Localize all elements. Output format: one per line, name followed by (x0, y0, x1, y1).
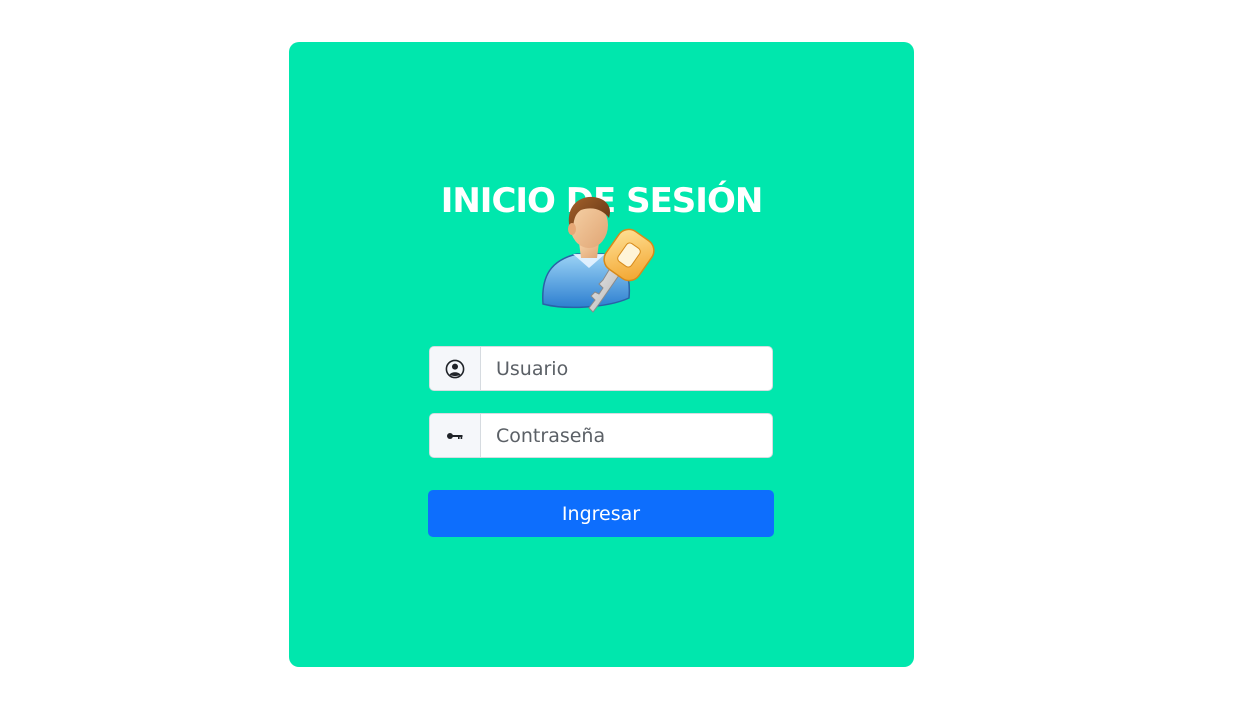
password-input[interactable] (481, 414, 772, 457)
login-card: INICIO DE SESIÓN (289, 42, 914, 667)
user-key-icon (537, 192, 665, 320)
key-icon (430, 414, 481, 457)
login-button[interactable]: Ingresar (428, 490, 774, 537)
password-group (429, 413, 773, 458)
username-input[interactable] (481, 347, 772, 390)
username-group (429, 346, 773, 391)
user-circle-icon (430, 347, 481, 390)
